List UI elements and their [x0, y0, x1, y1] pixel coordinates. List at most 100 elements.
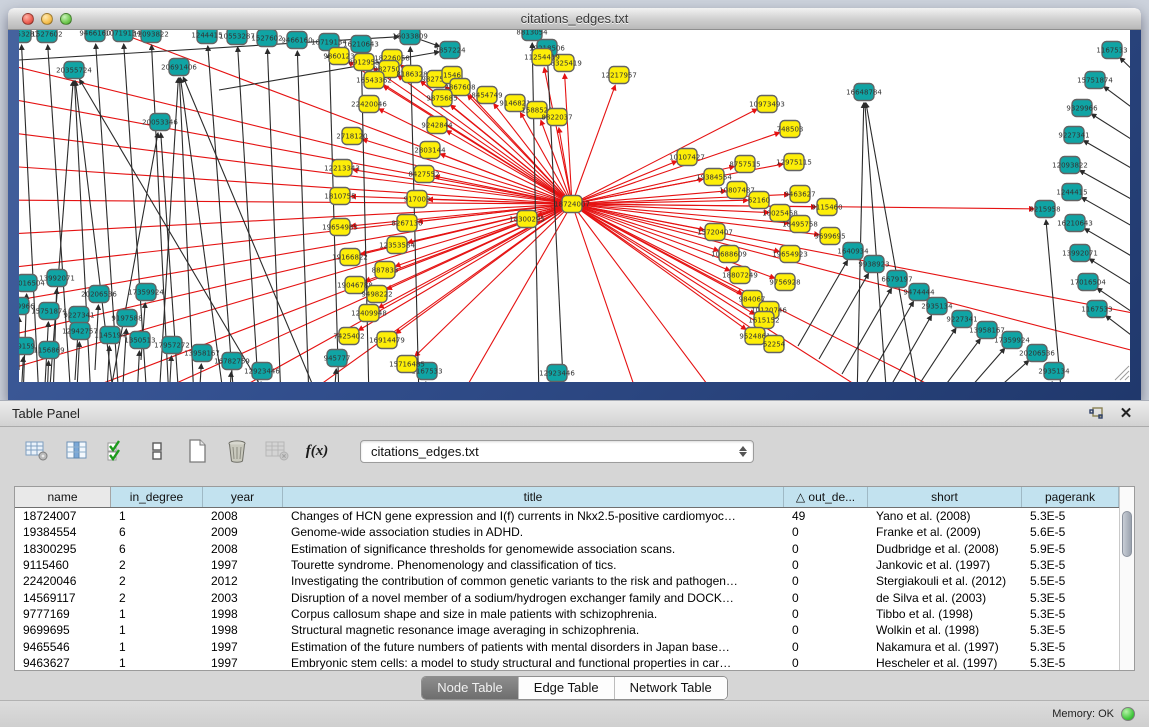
table-cell[interactable]: 9115460: [15, 557, 111, 573]
graph-node-teal[interactable]: 16033809: [392, 30, 428, 45]
row-stack-icon[interactable]: [144, 439, 170, 463]
graph-node-teal[interactable]: 945777: [324, 350, 351, 367]
table-cell[interactable]: 2008: [203, 541, 283, 557]
table-cell[interactable]: Tourette syndrome. Phenomenology and cla…: [283, 557, 784, 573]
table-row[interactable]: 946554611997Estimation of the future num…: [15, 638, 1119, 654]
graph-node-teal[interactable]: 16210643: [1057, 215, 1093, 232]
table-cell[interactable]: 0: [784, 655, 868, 670]
table-selector-dropdown[interactable]: citations_edges.txt: [360, 440, 754, 463]
table-cell[interactable]: 1997: [203, 557, 283, 573]
delete-trash-icon[interactable]: [224, 439, 250, 463]
graph-node-yellow[interactable]: 19654923: [772, 246, 808, 263]
graph-node-teal[interactable]: 1156869: [33, 342, 64, 359]
graph-node-teal[interactable]: 9329966: [1066, 100, 1098, 117]
graph-node-yellow[interactable]: 8757515: [729, 156, 760, 173]
graph-node-teal[interactable]: 1167533: [1081, 301, 1112, 318]
graph-node-teal[interactable]: 9227341: [63, 307, 94, 324]
table-cell[interactable]: 1: [111, 638, 203, 654]
table-row[interactable]: 1830029562008Estimation of significance …: [15, 541, 1119, 557]
graph-node-teal[interactable]: 7857224: [434, 42, 466, 59]
table-cell[interactable]: 5.3E-5: [1022, 638, 1119, 654]
window-titlebar[interactable]: citations_edges.txt: [8, 8, 1141, 30]
table-cell[interactable]: 1998: [203, 606, 283, 622]
table-cell[interactable]: Investigating the contribution of common…: [283, 573, 784, 589]
table-mode-icon[interactable]: [24, 439, 50, 463]
graph-node-yellow[interactable]: 19384554: [696, 169, 732, 186]
select-all-checks-icon[interactable]: [104, 439, 130, 463]
tab-node-table[interactable]: Node Table: [422, 677, 518, 699]
graph-node-teal[interactable]: 8215958: [1029, 201, 1060, 218]
table-row[interactable]: 946362711997Embryonic stem cells: a mode…: [15, 655, 1119, 670]
tab-edge-table[interactable]: Edge Table: [518, 677, 614, 699]
table-cell[interactable]: 0: [784, 573, 868, 589]
graph-node-yellow[interactable]: 9756928: [769, 274, 800, 291]
table-cell[interactable]: 1997: [203, 655, 283, 670]
graph-node-yellow[interactable]: 917003: [404, 191, 431, 208]
table-cell[interactable]: 5.3E-5: [1022, 508, 1119, 524]
graph-node-teal[interactable]: 12093822: [1052, 157, 1088, 174]
table-cell[interactable]: 22420046: [15, 573, 111, 589]
table-cell[interactable]: 14569117: [15, 589, 111, 605]
table-row[interactable]: 1456911722003Disruption of a novel membe…: [15, 589, 1119, 605]
table-cell[interactable]: Stergiakouli et al. (2012): [868, 573, 1022, 589]
graph-node-teal[interactable]: 12923446: [539, 365, 575, 382]
table-cell[interactable]: 1: [111, 655, 203, 670]
table-cell[interactable]: 5.3E-5: [1022, 606, 1119, 622]
table-cell[interactable]: 2012: [203, 573, 283, 589]
table-cell[interactable]: Tibbo et al. (1998): [868, 606, 1022, 622]
table-cell[interactable]: 19384554: [15, 524, 111, 540]
column-header-year[interactable]: year: [203, 487, 283, 507]
table-cell[interactable]: 2008: [203, 508, 283, 524]
table-cell[interactable]: Estimation of significance thresholds fo…: [283, 541, 784, 557]
graph-node-yellow[interactable]: 62160: [748, 192, 770, 209]
graph-node-yellow[interactable]: 748503: [777, 121, 804, 138]
table-cell[interactable]: 6: [111, 541, 203, 557]
table-cell[interactable]: 2009: [203, 524, 283, 540]
table-cell[interactable]: 9777169: [15, 606, 111, 622]
table-cell[interactable]: Changes of HCN gene expression and I(f) …: [283, 508, 784, 524]
table-cell[interactable]: Jankovic et al. (1997): [868, 557, 1022, 573]
table-cell[interactable]: 18724007: [15, 508, 111, 524]
table-row[interactable]: 2242004622012Investigating the contribut…: [15, 573, 1119, 589]
graph-node-teal[interactable]: 2935134: [1038, 363, 1070, 380]
graph-node-yellow[interactable]: 9115460: [811, 199, 842, 216]
float-panel-icon[interactable]: [1085, 405, 1107, 423]
table-cell[interactable]: 18300295: [15, 541, 111, 557]
scrollbar-thumb[interactable]: [1122, 511, 1132, 557]
close-window-button[interactable]: [22, 13, 34, 25]
graph-node-teal[interactable]: 9227341: [946, 311, 977, 328]
graph-node-teal[interactable]: 15751874: [31, 303, 67, 320]
table-cell[interactable]: 9463627: [15, 655, 111, 670]
table-cell[interactable]: 1: [111, 606, 203, 622]
column-header-in_degree[interactable]: in_degree: [111, 487, 203, 507]
show-columns-icon[interactable]: [64, 439, 90, 463]
table-cell[interactable]: 9699695: [15, 622, 111, 638]
column-header-short[interactable]: short: [868, 487, 1022, 507]
graph-node-yellow[interactable]: 2803144: [414, 142, 446, 159]
table-cell[interactable]: 5.3E-5: [1022, 557, 1119, 573]
table-row[interactable]: 911546021997Tourette syndrome. Phenomeno…: [15, 557, 1119, 573]
graph-node-yellow[interactable]: 19654985: [322, 219, 358, 236]
graph-node-teal[interactable]: 15751874: [1077, 72, 1113, 89]
graph-node-teal[interactable]: 20355724: [56, 62, 92, 79]
graph-node-yellow[interactable]: 9699695: [814, 228, 845, 245]
memory-status-indicator[interactable]: [1121, 707, 1135, 721]
column-header-out_de[interactable]: △ out_de...: [784, 487, 868, 507]
graph-node-yellow[interactable]: 12409948: [351, 305, 387, 322]
table-cell[interactable]: Franke et al. (2009): [868, 524, 1022, 540]
table-cell[interactable]: Hescheler et al. (1997): [868, 655, 1022, 670]
table-cell[interactable]: 49: [784, 508, 868, 524]
graph-node-teal[interactable]: 12942757: [62, 323, 98, 340]
graph-node-teal[interactable]: 16648784: [846, 84, 882, 101]
table-cell[interactable]: Disruption of a novel member of a sodium…: [283, 589, 784, 605]
table-cell[interactable]: 2003: [203, 589, 283, 605]
table-vertical-scrollbar[interactable]: [1119, 487, 1134, 670]
table-cell[interactable]: 0: [784, 638, 868, 654]
table-cell[interactable]: Embryonic stem cells: a model to study s…: [283, 655, 784, 670]
graph-node-teal[interactable]: 10553287: [219, 30, 255, 45]
table-cell[interactable]: 5.5E-5: [1022, 573, 1119, 589]
graph-node-yellow[interactable]: 8267130: [391, 215, 422, 232]
graph-node-yellow[interactable]: 19166822: [332, 249, 368, 266]
graph-node-yellow[interactable]: 9463627: [784, 186, 815, 203]
graph-node-teal[interactable]: 20691406: [161, 59, 197, 76]
